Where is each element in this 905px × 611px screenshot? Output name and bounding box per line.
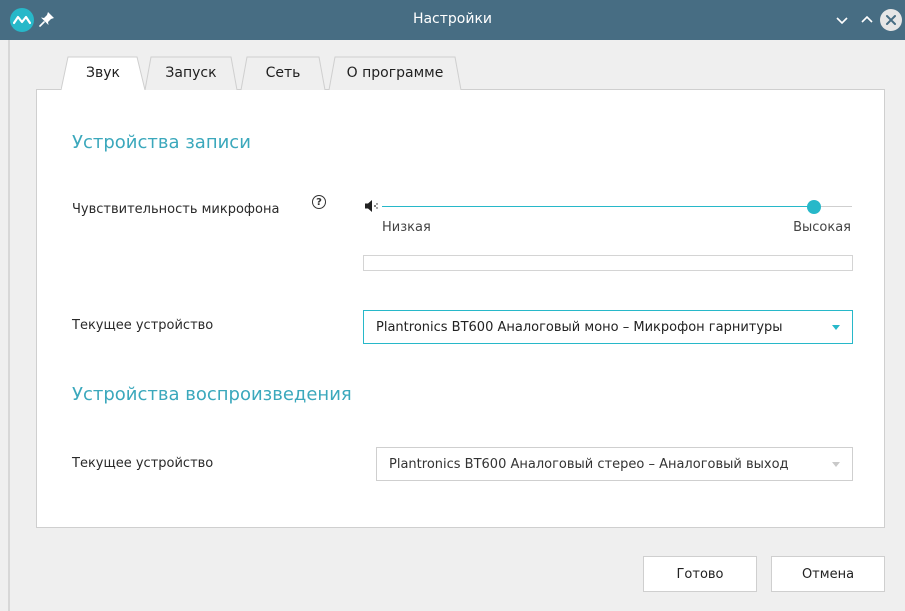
recording-device-value: Plantronics BT600 Аналоговый моно – Микр… [376,319,783,335]
tab-about-label: О программе [346,65,444,81]
chevron-down-icon [836,17,848,25]
done-button[interactable]: Готово [643,556,757,592]
recording-device-select[interactable]: Plantronics BT600 Аналоговый моно – Микр… [363,310,853,344]
slider-low-label: Низкая [382,220,431,235]
sound-settings-panel: Устройства записи Чувствительность микро… [36,89,885,528]
window-border [8,40,10,611]
tab-about[interactable]: О программе [325,56,465,90]
minimize-button[interactable] [832,10,852,30]
mic-level-meter [363,255,853,271]
playback-device-select[interactable]: Plantronics BT600 Аналоговый стерео – Ан… [376,447,853,481]
mic-sensitivity-label: Чувствительность микрофона [72,202,280,217]
chevron-down-icon [832,462,840,467]
close-button[interactable] [880,9,902,31]
recording-device-label: Текущее устройство [72,318,214,333]
mic-sensitivity-slider[interactable] [364,196,854,236]
playback-section-title: Устройства воспроизведения [72,384,352,405]
chevron-up-icon [861,15,873,23]
titlebar[interactable]: Настройки [0,0,905,40]
maximize-button[interactable] [857,10,877,30]
speaker-icon [365,200,378,212]
tab-sound[interactable]: Звук [61,56,145,90]
tab-sound-label: Звук [86,65,120,81]
close-icon [886,15,896,25]
settings-window: Настройки Устройства записи Чувствительн… [0,0,905,611]
window-title: Настройки [412,11,493,27]
recording-section-title: Устройства записи [72,132,251,153]
playback-device-label: Текущее устройство [72,456,214,471]
tab-network[interactable]: Сеть [237,56,329,90]
tab-startup-label: Запуск [165,65,217,81]
playback-device-value: Plantronics BT600 Аналоговый стерео – Ан… [389,456,789,472]
slider-high-label: Высокая [793,220,851,235]
cancel-button[interactable]: Отмена [771,556,885,592]
help-icon-glyph: ? [316,196,322,208]
slider-fill [382,206,815,207]
slider-handle[interactable] [807,200,822,214]
chevron-down-icon [832,325,840,330]
tab-network-label: Сеть [265,65,301,81]
help-icon[interactable]: ? [312,195,326,209]
tab-startup[interactable]: Запуск [141,56,241,90]
